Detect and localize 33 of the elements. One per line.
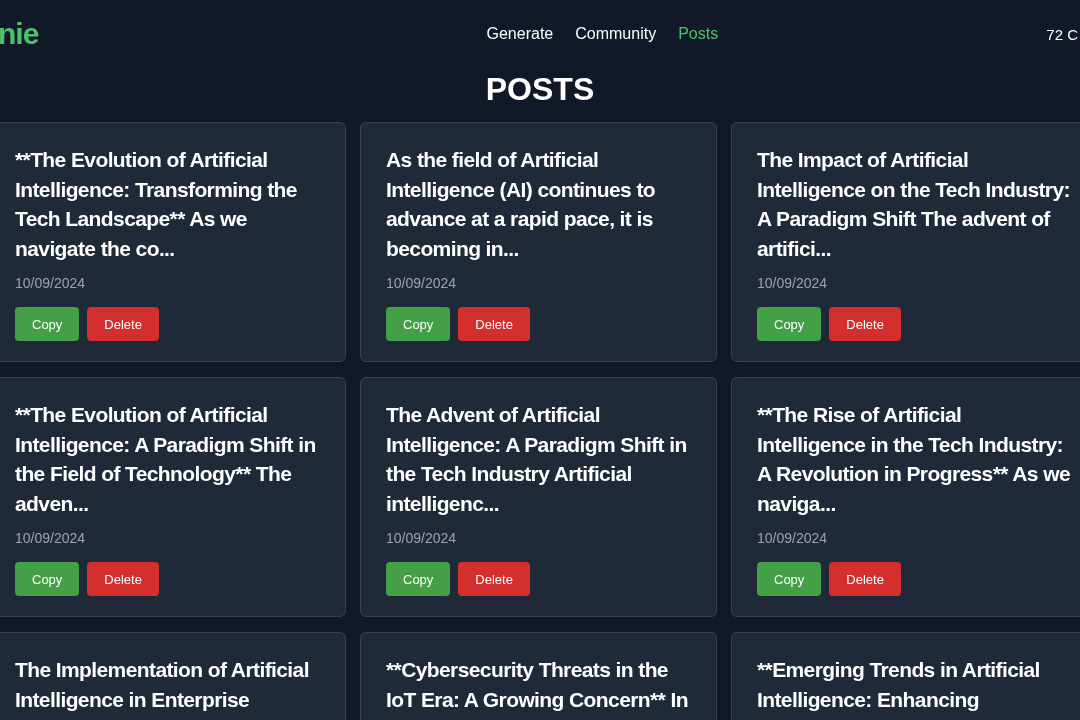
post-title: **Emerging Trends in Artificial Intelligence: Enhancing xyxy=(757,657,1041,713)
post-date: 10/09/2024 xyxy=(15,530,87,546)
credits-count: 72 C xyxy=(1046,25,1078,43)
post-title: **The Evolution of Artificial Intelligence: Transforming the Tech Landscape** As we navigate the co... xyxy=(15,147,298,262)
post-title: The Impact of Artificial Intelligence on the Tech Industry: A Paradigm Shift The advent of artifici... xyxy=(757,147,1071,262)
post-title: The Implementation of Artificial Intelligence in Enterprise xyxy=(15,657,310,713)
post-title: **The Rise of Artificial Intelligence in the Tech Industry: A Revolution in Progress** As we naviga... xyxy=(757,402,1071,517)
copy-button[interactable]: Copy xyxy=(386,562,451,596)
copy-button[interactable]: Copy xyxy=(15,562,80,596)
post-date: 10/09/2024 xyxy=(757,275,829,291)
copy-button[interactable]: Copy xyxy=(757,307,822,341)
post-date: 10/09/2024 xyxy=(15,275,87,291)
delete-button[interactable]: Delete xyxy=(87,562,159,596)
post-title: As the field of Artificial Intelligence (AI) continues to advance at a rapid pace, it is becoming in... xyxy=(386,147,657,262)
post-date: 10/09/2024 xyxy=(757,530,829,546)
post-date: 10/09/2024 xyxy=(386,530,458,546)
post-title: **The Evolution of Artificial Intelligence: A Paradigm Shift in the Field of Technology** The adven... xyxy=(15,402,317,517)
copy-button[interactable]: Copy xyxy=(757,562,822,596)
nav-link[interactable]: Posts xyxy=(678,25,719,43)
nav-link[interactable]: Generate xyxy=(486,25,554,43)
copy-button[interactable]: Copy xyxy=(386,307,451,341)
delete-button[interactable]: Delete xyxy=(829,307,901,341)
post-date: 10/09/2024 xyxy=(386,275,458,291)
post-title: **Cybersecurity Threats in the IoT Era: A Growing Concern** In xyxy=(386,657,689,713)
delete-button[interactable]: Delete xyxy=(829,562,901,596)
delete-button[interactable]: Delete xyxy=(87,307,159,341)
delete-button[interactable]: Delete xyxy=(458,562,530,596)
delete-button[interactable]: Delete xyxy=(458,307,530,341)
nav-link[interactable]: Community xyxy=(575,25,657,43)
page-title: POSTS xyxy=(484,70,596,109)
logo[interactable]: nie xyxy=(0,17,39,51)
post-title: The Advent of Artificial Intelligence: A Paradigm Shift in the Tech Industry Artificial intelligenc... xyxy=(386,402,688,517)
copy-button[interactable]: Copy xyxy=(15,307,80,341)
